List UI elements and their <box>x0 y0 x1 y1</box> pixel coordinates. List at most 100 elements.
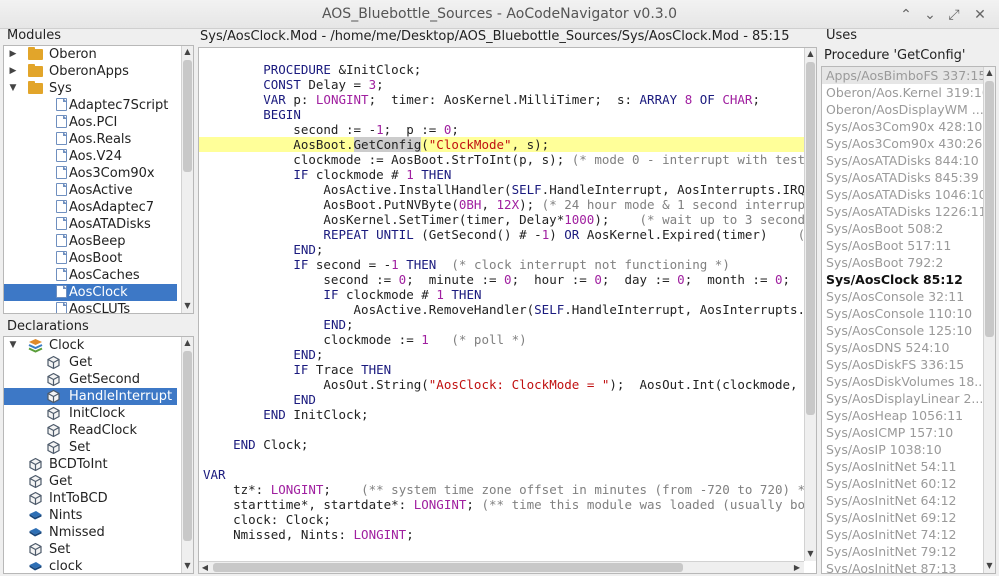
code-line[interactable]: END; <box>203 347 816 362</box>
code-line[interactable]: AosBoot.GetConfig("ClockMode", s); <box>199 137 809 152</box>
uses-item[interactable]: Sys/AosInitNet 87:13 <box>822 560 995 573</box>
code-text[interactable]: PROCEDURE &InitClock; CONST Delay = 3; V… <box>199 62 816 542</box>
uses-item[interactable]: Sys/AosBoot 517:11 <box>822 237 995 254</box>
uses-item[interactable]: Apps/AosBimboFS 337:15 <box>822 67 995 84</box>
uses-item[interactable]: Sys/AosICMP 157:10 <box>822 424 995 441</box>
uses-item[interactable]: Sys/AosInitNet 74:12 <box>822 526 995 543</box>
declarations-scroll-thumb[interactable] <box>183 351 192 541</box>
uses-item[interactable]: Sys/AosATADisks 845:39 <box>822 169 995 186</box>
tree-row-oberonapps[interactable]: ▶ OberonApps <box>4 63 177 80</box>
chevron-down-icon[interactable]: ▼ <box>8 80 18 97</box>
code-line[interactable]: END; <box>203 317 816 332</box>
tree-row-sys[interactable]: ▼ Sys <box>4 80 177 97</box>
tree-row-inttobcd[interactable]: IntToBCD <box>4 490 177 507</box>
code-line[interactable]: CONST Delay = 3; <box>203 77 816 92</box>
code-line[interactable]: second := -1; p := 0; <box>203 122 816 137</box>
tree-row-nmissed[interactable]: Nmissed <box>4 524 177 541</box>
uses-scrollbar[interactable]: ▲ ▼ <box>983 67 995 573</box>
editor-horizontal-scrollbar[interactable]: ◀ ▶ <box>199 561 804 573</box>
tree-row-oberon[interactable]: ▶ Oberon <box>4 46 177 63</box>
editor-vertical-scrollbar[interactable]: ▲ ▼ <box>804 48 816 561</box>
code-line[interactable]: AosKernel.SetTimer(timer, Delay*1000); (… <box>203 212 816 227</box>
close-icon[interactable]: ✕ <box>970 5 990 25</box>
uses-item[interactable]: Sys/AosATADisks 1046:10 <box>822 186 995 203</box>
uses-item[interactable]: Oberon/Aos.Kernel 319:10 <box>822 84 995 101</box>
modules-tree[interactable]: ▶ Oberon ▶ OberonApps ▼ Sys Adaptec7Script Aos.… <box>3 45 194 314</box>
uses-item[interactable]: Sys/AosATADisks 844:10 <box>822 152 995 169</box>
uses-list[interactable]: Apps/AosBimboFS 337:15 Oberon/Aos.Kernel … <box>821 66 996 574</box>
tree-row-handleinterrupt[interactable]: HandleInterrupt <box>4 388 177 405</box>
code-line[interactable]: tz*: LONGINT; (** system time zone offse… <box>203 482 816 497</box>
tree-row-aosatadisks[interactable]: AosATADisks <box>4 216 177 233</box>
tree-row-aos-pci[interactable]: Aos.PCI <box>4 114 177 131</box>
uses-item[interactable]: Sys/AosConsole 32:11 <box>822 288 995 305</box>
code-line[interactable]: clockmode := 1 (* poll *) <box>203 332 816 347</box>
tree-row-nints[interactable]: Nints <box>4 507 177 524</box>
code-line[interactable]: starttime*, startdate*: LONGINT; (** tim… <box>203 497 816 512</box>
editor-hscroll-thumb[interactable] <box>213 563 683 572</box>
scroll-down-icon[interactable]: ▼ <box>182 560 193 572</box>
uses-item[interactable]: Sys/AosDNS 524:10 <box>822 339 995 356</box>
code-line[interactable]: second := 0; minute := 0; hour := 0; day… <box>203 272 816 287</box>
tree-row-get[interactable]: Get <box>4 354 177 371</box>
scroll-down-icon[interactable]: ▼ <box>182 300 193 312</box>
tree-row-get[interactable]: Get <box>4 473 177 490</box>
tree-row-readclock[interactable]: ReadClock <box>4 422 177 439</box>
tree-row-aoscaches[interactable]: AosCaches <box>4 267 177 284</box>
uses-item[interactable]: Sys/AosInitNet 60:12 <box>822 475 995 492</box>
code-line[interactable] <box>203 422 816 437</box>
uses-item[interactable]: Sys/AosInitNet 54:11 <box>822 458 995 475</box>
uses-item[interactable]: Sys/AosInitNet 69:12 <box>822 509 995 526</box>
code-line[interactable]: END; <box>203 242 816 257</box>
tree-row-clock[interactable]: ▼ Clock <box>4 337 177 354</box>
scroll-up-icon[interactable]: ▲ <box>984 67 995 79</box>
scroll-up-icon[interactable]: ▲ <box>182 337 193 349</box>
tree-row-set[interactable]: Set <box>4 541 177 558</box>
code-line[interactable]: IF clockmode # 1 THEN <box>203 167 816 182</box>
declarations-scrollbar[interactable]: ▲ ▼ <box>181 337 193 573</box>
uses-item[interactable]: Sys/AosIP 1038:10 <box>822 441 995 458</box>
uses-item[interactable]: Sys/AosConsole 125:10 <box>822 322 995 339</box>
scroll-down-icon[interactable]: ▼ <box>805 548 816 560</box>
uses-item[interactable]: Oberon/AosDisplayWM ... <box>822 101 995 118</box>
code-line[interactable]: PROCEDURE &InitClock; <box>203 62 816 77</box>
uses-item[interactable]: Sys/AosConsole 110:10 <box>822 305 995 322</box>
declarations-tree[interactable]: ▼ Clock Get GetSecond HandleInterrupt InitClo… <box>3 336 194 574</box>
code-editor[interactable]: PROCEDURE &InitClock; CONST Delay = 3; V… <box>198 47 817 574</box>
uses-item[interactable]: Sys/AosBoot 508:2 <box>822 220 995 237</box>
code-line[interactable]: clockmode := AosBoot.StrToInt(p, s); (* … <box>203 152 816 167</box>
tree-row-initclock[interactable]: InitClock <box>4 405 177 422</box>
code-line[interactable]: AosActive.InstallHandler(SELF.HandleInte… <box>203 182 816 197</box>
code-line[interactable]: AosBoot.PutNVByte(0BH, 12X); (* 24 hour … <box>203 197 816 212</box>
code-line[interactable]: END InitClock; <box>203 407 816 422</box>
chevron-down-icon[interactable]: ▼ <box>8 337 18 354</box>
tree-row-aosboot[interactable]: AosBoot <box>4 250 177 267</box>
uses-item[interactable]: Sys/AosInitNet 79:12 <box>822 543 995 560</box>
code-line[interactable]: Nmissed, Nints: LONGINT; <box>203 527 816 542</box>
minimize-icon[interactable]: ⌄ <box>920 5 940 25</box>
uses-item[interactable]: Sys/AosDiskVolumes 18... <box>822 373 995 390</box>
tree-row-aosadaptec7[interactable]: AosAdaptec7 <box>4 199 177 216</box>
code-line[interactable]: IF clockmode # 1 THEN <box>203 287 816 302</box>
collapse-icon[interactable]: ⌃ <box>896 5 916 25</box>
editor-vscroll-thumb[interactable] <box>806 62 815 415</box>
tree-row-aosbeep[interactable]: AosBeep <box>4 233 177 250</box>
scroll-up-icon[interactable]: ▲ <box>182 46 193 58</box>
scroll-right-icon[interactable]: ▶ <box>791 562 803 573</box>
uses-item[interactable]: Sys/AosClock 85:12 <box>822 271 995 288</box>
uses-item[interactable]: Sys/AosATADisks 1226:11 <box>822 203 995 220</box>
chevron-right-icon[interactable]: ▶ <box>8 46 18 63</box>
tree-row-set[interactable]: Set <box>4 439 177 456</box>
tree-row-aos-reals[interactable]: Aos.Reals <box>4 131 177 148</box>
uses-item[interactable]: Sys/AosDiskFS 336:15 <box>822 356 995 373</box>
tree-row-aoscluts[interactable]: AosCLUTs <box>4 301 177 313</box>
code-line[interactable]: IF second = -1 THEN (* clock interrupt n… <box>203 257 816 272</box>
uses-scroll-thumb[interactable] <box>985 81 994 337</box>
tree-row-adaptec7script[interactable]: Adaptec7Script <box>4 97 177 114</box>
modules-scrollbar[interactable]: ▲ ▼ <box>181 46 193 313</box>
code-line[interactable]: BEGIN <box>203 107 816 122</box>
modules-scroll-thumb[interactable] <box>183 60 192 172</box>
uses-item[interactable]: Sys/AosDisplayLinear 2... <box>822 390 995 407</box>
scroll-left-icon[interactable]: ◀ <box>199 562 211 573</box>
code-line[interactable]: REPEAT UNTIL (GetSecond() # -1) OR AosKe… <box>203 227 816 242</box>
